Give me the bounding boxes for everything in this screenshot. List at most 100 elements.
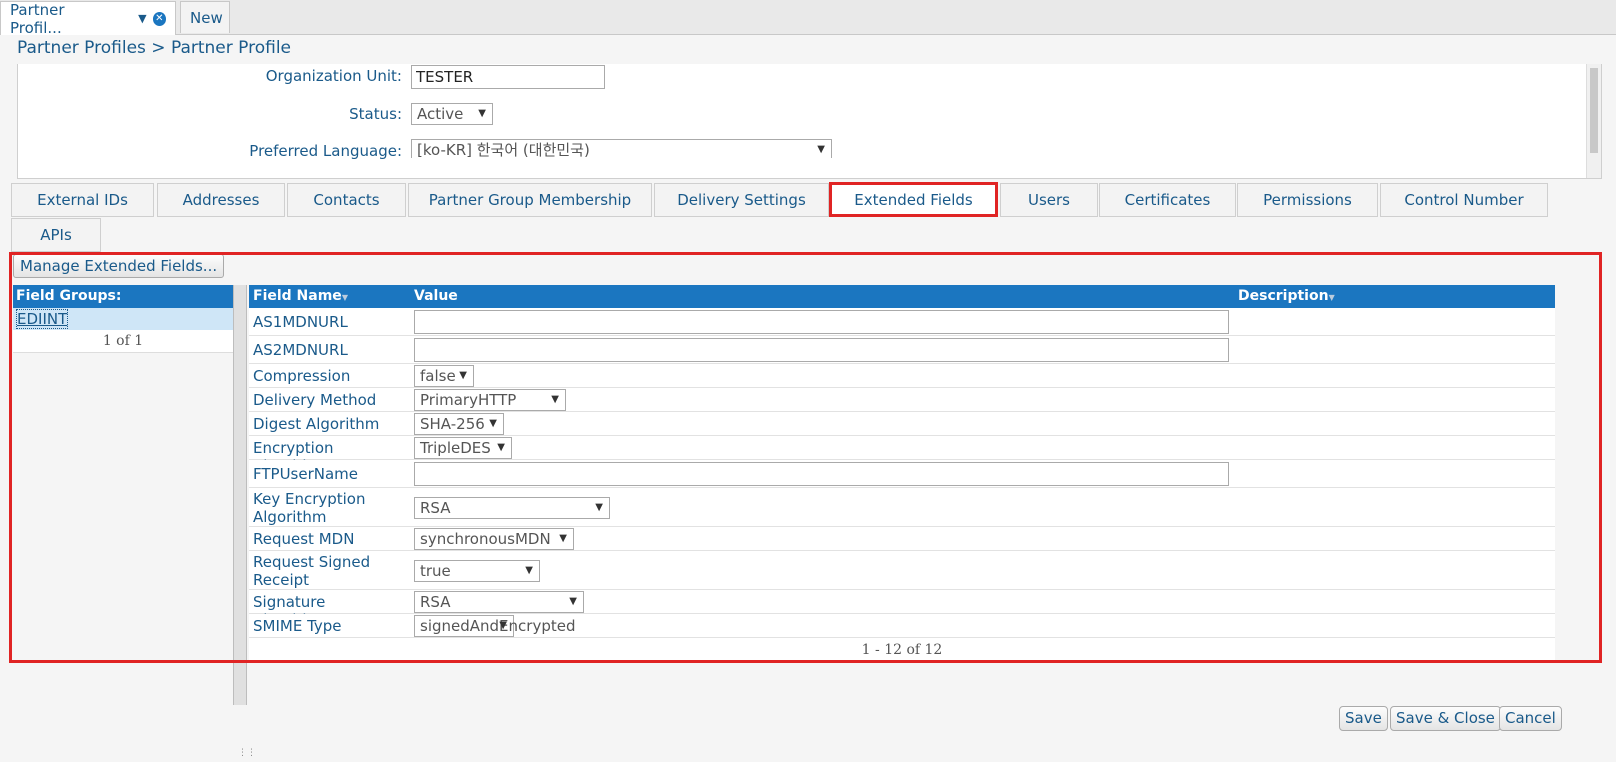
field-value-select[interactable]: SHA-256 ▼: [414, 413, 504, 435]
language-label: Preferred Language:: [249, 142, 402, 160]
field-name-cell: FTPUserName: [253, 465, 359, 483]
field-value: signedAndEncrypted: [420, 617, 576, 635]
tab-contacts[interactable]: Contacts: [287, 183, 406, 217]
language-select[interactable]: [ko-KR] 한국어 (대한민국) ▼: [411, 139, 832, 158]
chevron-down-icon: ▼: [459, 370, 467, 381]
status-label: Status:: [349, 105, 402, 123]
field-value: TripleDES: [420, 439, 491, 457]
language-value: [ko-KR] 한국어 (대한민국): [417, 141, 590, 158]
table-row: AS2MDNURL: [249, 336, 1555, 364]
field-groups-pager: 1 of 1: [13, 330, 233, 353]
chevron-down-icon: ▼: [499, 620, 507, 631]
grid-body: AS1MDNURL AS2MDNURL Compression false ▼ Deliv…: [249, 308, 1555, 638]
table-row: Encryption AlgorithmTripleDES▼: [249, 436, 1555, 475]
table-row: Compression false ▼: [249, 364, 1555, 388]
chevron-down-icon: ▼: [497, 442, 505, 453]
drag-handle-icon[interactable]: ⋮⋮: [238, 748, 256, 758]
sort-icon[interactable]: ▼: [342, 293, 348, 302]
field-name-cell: AS1MDNURL: [253, 313, 348, 331]
breadcrumb: Partner Profiles > Partner Profile: [17, 38, 292, 58]
document-tab-bar: Partner Profil... ▼ ✕ New: [0, 0, 1616, 37]
tab-addresses[interactable]: Addresses: [157, 183, 285, 217]
field-name-cell: AS2MDNURL: [253, 341, 348, 359]
tab-delivery-settings[interactable]: Delivery Settings: [654, 183, 829, 217]
chevron-down-icon: ▼: [551, 394, 559, 405]
field-value-select[interactable]: TripleDES ▼: [414, 437, 512, 459]
field-group-link-ediint[interactable]: EDIINT: [16, 309, 69, 329]
field-value: synchronousMDN: [420, 530, 551, 548]
doc-tab-partner-profile[interactable]: Partner Profil... ▼ ✕: [0, 0, 176, 37]
field-value-select[interactable]: RSA ▼: [414, 591, 584, 613]
close-icon[interactable]: ✕: [152, 11, 166, 26]
field-value: SHA-256: [420, 415, 485, 433]
tab-apis[interactable]: APIs: [11, 218, 101, 252]
field-value-input[interactable]: [414, 310, 1229, 334]
field-name-cell: Compression: [253, 367, 351, 385]
table-row: Key Encryption Algorithm RSA ▼: [249, 488, 1555, 527]
field-value-select[interactable]: signedAndEncrypted ▼: [414, 615, 575, 637]
tab-certificates[interactable]: Certificates: [1099, 183, 1236, 217]
tab-partner-group-membership[interactable]: Partner Group Membership: [408, 183, 652, 217]
org-unit-label: Organization Unit:: [265, 67, 402, 85]
tab-users[interactable]: Users: [1000, 183, 1098, 217]
doc-tab-label: Partner Profil...: [10, 0, 65, 37]
table-row: Request Signed Receipt true ▼: [249, 551, 1555, 590]
table-row: AS1MDNURL: [249, 308, 1555, 336]
table-row: FTPUserName: [249, 460, 1555, 488]
field-name-cell: Delivery Method: [253, 391, 377, 409]
field-name-cell: Digest Algorithm: [253, 415, 380, 433]
status-value: Active: [417, 105, 464, 123]
field-value-select[interactable]: PrimaryHTTP ▼: [414, 389, 566, 411]
field-value: true: [420, 562, 451, 580]
cancel-button[interactable]: Cancel: [1499, 706, 1562, 731]
field-value-input[interactable]: [414, 462, 1229, 486]
extended-fields-grid: Field Name▼ Value Description▼ AS1MDNURL…: [249, 285, 1555, 662]
field-value-select[interactable]: false ▼: [414, 365, 474, 387]
save-close-button[interactable]: Save & Close: [1390, 706, 1501, 731]
field-name-cell: Request MDN: [253, 530, 355, 548]
field-value-select[interactable]: true ▼: [414, 560, 540, 582]
tab-extended-fields[interactable]: Extended Fields: [829, 182, 998, 217]
pane-splitter[interactable]: ⋮⋮: [233, 285, 256, 758]
table-row: Signature AlgorithmRSA▼: [249, 590, 1555, 629]
save-button[interactable]: Save: [1339, 706, 1388, 731]
field-value-select[interactable]: synchronousMDN ▼: [414, 528, 574, 550]
table-row: Request MDN synchronousMDN ▼: [249, 527, 1555, 551]
chevron-down-icon: ▼: [595, 502, 603, 513]
sort-icon[interactable]: ▼: [1329, 293, 1335, 302]
table-row: SMIME Type signedAndEncrypted ▼: [249, 614, 1555, 638]
column-header-value: Value: [414, 288, 458, 304]
field-value-input[interactable]: [414, 338, 1229, 362]
table-row: Digest Algorithm SHA-256 ▼: [249, 412, 1555, 436]
field-value: RSA: [420, 593, 451, 611]
field-value: false: [420, 367, 456, 385]
field-groups-header: Field Groups:: [13, 285, 233, 308]
column-header-description[interactable]: Description▼: [1238, 288, 1335, 304]
chevron-down-icon[interactable]: ▼: [138, 12, 146, 25]
tab-external-ids[interactable]: External IDs: [11, 183, 154, 217]
chevron-down-icon: ▼: [478, 108, 486, 119]
field-value-select[interactable]: RSA ▼: [414, 497, 610, 519]
status-select[interactable]: Active ▼: [411, 103, 493, 125]
field-value: RSA: [420, 499, 451, 517]
table-row: Delivery Method PrimaryHTTP ▼: [249, 388, 1555, 412]
doc-tab-new[interactable]: New: [180, 1, 230, 33]
doc-tab-new-label: New: [190, 8, 223, 27]
panel-scrollbar[interactable]: [1586, 64, 1601, 178]
org-unit-field[interactable]: [411, 65, 605, 89]
field-name-cell: Request Signed Receipt: [253, 553, 371, 589]
manage-extended-fields-button[interactable]: Manage Extended Fields...: [13, 254, 225, 278]
tab-permissions[interactable]: Permissions: [1237, 183, 1378, 217]
chevron-down-icon: ▼: [559, 533, 567, 544]
field-value: PrimaryHTTP: [420, 391, 517, 409]
chevron-down-icon: ▼: [817, 144, 825, 155]
tab-control-number[interactable]: Control Number: [1380, 183, 1548, 217]
column-header-field-name[interactable]: Field Name▼: [253, 288, 348, 304]
field-name-cell: Key Encryption Algorithm: [253, 490, 366, 526]
grid-header: Field Name▼ Value Description▼: [249, 285, 1555, 308]
field-group-item[interactable]: EDIINT: [13, 308, 233, 330]
grid-pager: 1 - 12 of 12: [249, 638, 1555, 662]
chevron-down-icon: ▼: [489, 418, 497, 429]
chevron-down-icon: ▼: [569, 596, 577, 607]
chevron-down-icon: ▼: [525, 565, 533, 576]
